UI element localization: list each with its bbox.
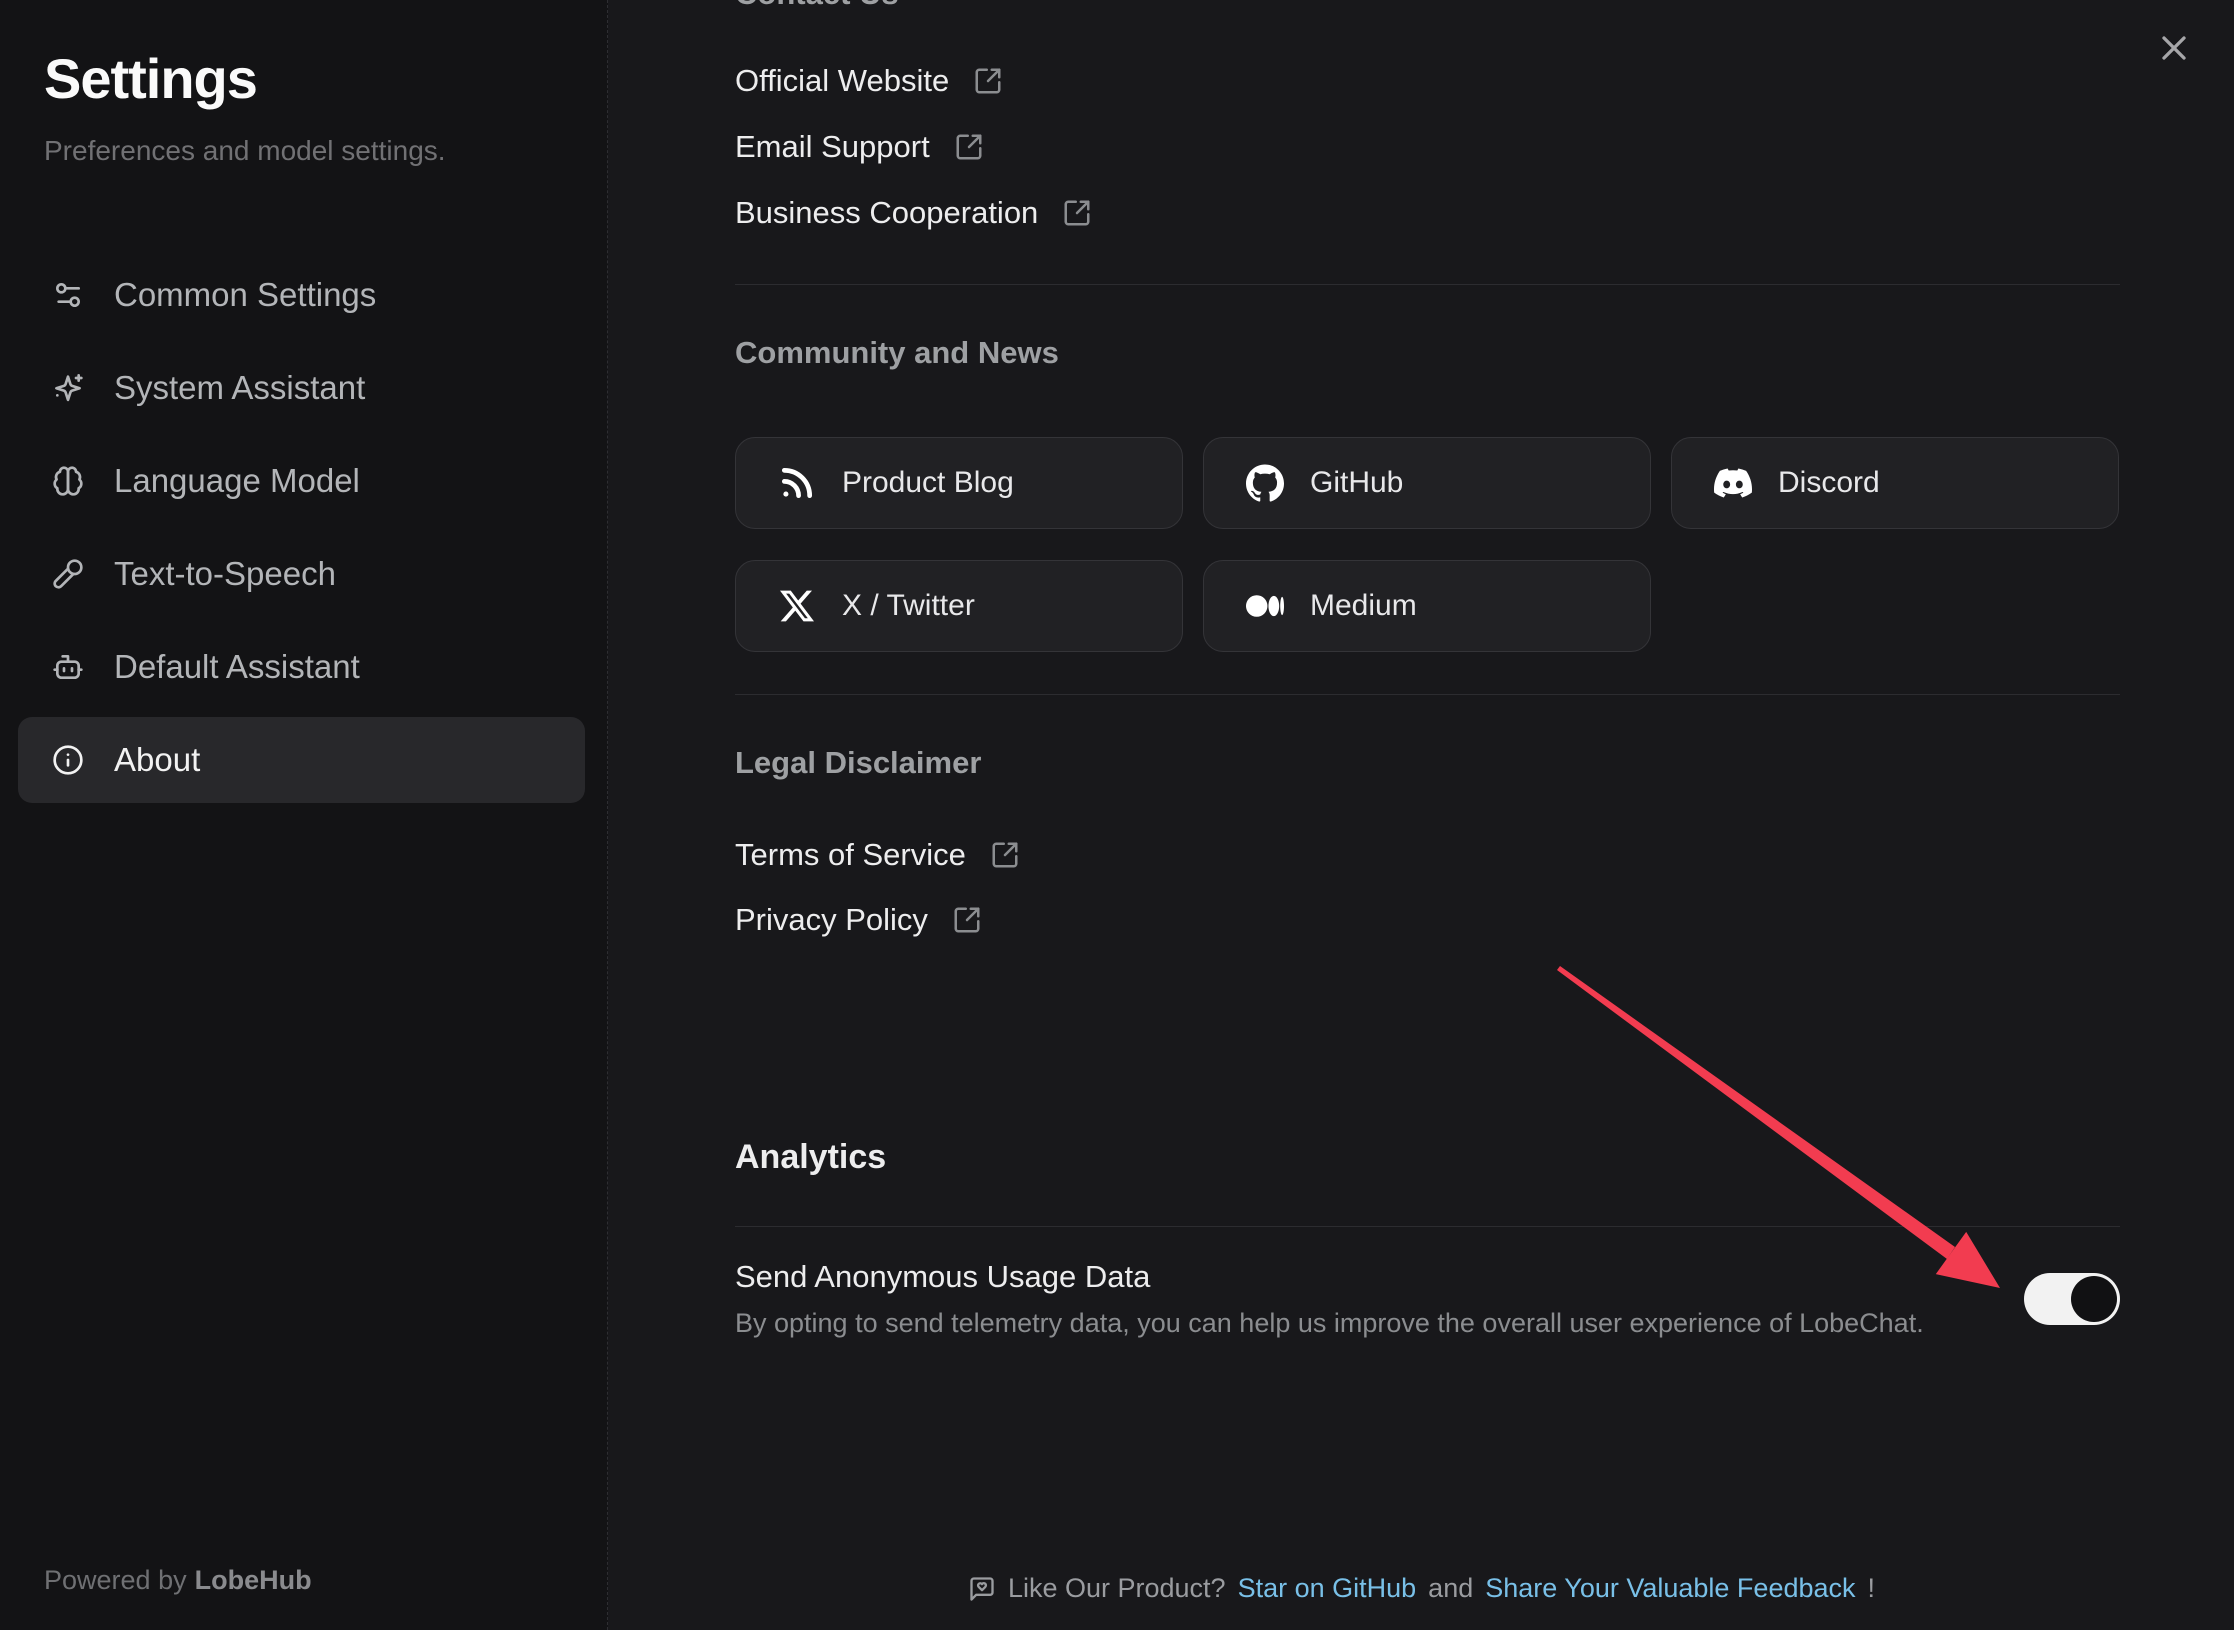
divider: [735, 284, 2120, 285]
sidebar-item-label: Default Assistant: [114, 648, 360, 686]
medium-icon: [1246, 587, 1284, 625]
powered-by: Powered by LobeHub: [44, 1565, 312, 1596]
settings-nav: Common Settings System Assistant Languag…: [0, 252, 607, 803]
link-label: Email Support: [735, 129, 930, 165]
discord-button[interactable]: Discord: [1671, 437, 2119, 529]
email-support-link[interactable]: Email Support: [735, 124, 2120, 170]
external-link-icon: [952, 905, 982, 935]
sidebar-item-label: Common Settings: [114, 276, 376, 314]
feedback-footer: Like Our Product? Star on GitHub and Sha…: [609, 1573, 2234, 1604]
sidebar-item-text-to-speech[interactable]: Text-to-Speech: [18, 531, 585, 617]
bot-icon: [52, 651, 84, 683]
telemetry-setting-row: Send Anonymous Usage Data By opting to s…: [735, 1255, 2120, 1343]
community-buttons: Product Blog GitHub Discord X / Twitter …: [735, 437, 2120, 652]
share-feedback-link[interactable]: Share Your Valuable Feedback: [1485, 1573, 1855, 1604]
brain-icon: [52, 465, 84, 497]
divider: [735, 1226, 2120, 1227]
external-link-icon: [954, 132, 984, 162]
sliders-icon: [52, 279, 84, 311]
discord-icon: [1714, 464, 1752, 502]
info-icon: [52, 744, 84, 776]
footer-suffix: !: [1868, 1573, 1876, 1604]
divider: [735, 694, 2120, 695]
external-link-icon: [973, 66, 1003, 96]
toggle-knob: [2071, 1276, 2117, 1322]
lobehub-brand[interactable]: LobeHub: [195, 1565, 312, 1595]
sidebar-item-system-assistant[interactable]: System Assistant: [18, 345, 585, 431]
contact-us-title: Contact Us: [735, 0, 2120, 14]
link-label: Business Cooperation: [735, 195, 1038, 231]
legal-section-title: Legal Disclaimer: [735, 741, 2120, 785]
telemetry-toggle[interactable]: [2024, 1273, 2120, 1325]
link-label: Privacy Policy: [735, 902, 928, 938]
sidebar-item-label: System Assistant: [114, 369, 365, 407]
close-icon: [2154, 28, 2194, 68]
telemetry-setting-text: Send Anonymous Usage Data By opting to s…: [735, 1255, 1924, 1343]
footer-middle: and: [1428, 1573, 1473, 1604]
sidebar-item-label: About: [114, 741, 200, 779]
official-website-link[interactable]: Official Website: [735, 58, 2120, 104]
button-label: GitHub: [1310, 466, 1403, 500]
github-icon: [1246, 464, 1284, 502]
sidebar-item-label: Language Model: [114, 462, 360, 500]
message-heart-icon: [968, 1575, 996, 1603]
sparkles-icon: [52, 372, 84, 404]
external-link-icon: [1062, 198, 1092, 228]
page-subtitle: Preferences and model settings.: [44, 135, 607, 167]
business-cooperation-link[interactable]: Business Cooperation: [735, 190, 2120, 236]
sidebar-item-label: Text-to-Speech: [114, 555, 336, 593]
link-label: Terms of Service: [735, 837, 966, 873]
button-label: Discord: [1778, 466, 1880, 500]
button-label: Medium: [1310, 589, 1417, 623]
external-link-icon: [990, 840, 1020, 870]
legal-links: Terms of Service Privacy Policy: [735, 832, 2120, 943]
star-on-github-link[interactable]: Star on GitHub: [1238, 1573, 1417, 1604]
telemetry-setting-description: By opting to send telemetry data, you ca…: [735, 1303, 1924, 1343]
x-twitter-icon: [778, 589, 816, 623]
github-button[interactable]: GitHub: [1203, 437, 1651, 529]
contact-links: Official Website Email Support Business …: [735, 58, 2120, 236]
product-blog-button[interactable]: Product Blog: [735, 437, 1183, 529]
rss-icon: [778, 464, 816, 502]
about-panel: Contact Us Official Website Email Suppor…: [609, 0, 2234, 1630]
terms-of-service-link[interactable]: Terms of Service: [735, 832, 2120, 878]
mic-vocal-icon: [52, 558, 84, 590]
button-label: Product Blog: [842, 466, 1014, 500]
x-twitter-button[interactable]: X / Twitter: [735, 560, 1183, 652]
link-label: Official Website: [735, 63, 949, 99]
medium-button[interactable]: Medium: [1203, 560, 1651, 652]
settings-sidebar: Settings Preferences and model settings.…: [0, 0, 608, 1630]
sidebar-item-default-assistant[interactable]: Default Assistant: [18, 624, 585, 710]
powered-by-text: Powered by: [44, 1565, 187, 1595]
page-title: Settings: [44, 46, 607, 111]
community-section-title: Community and News: [735, 331, 2120, 375]
sidebar-item-common-settings[interactable]: Common Settings: [18, 252, 585, 338]
footer-prefix: Like Our Product?: [1008, 1573, 1226, 1604]
close-button[interactable]: [2152, 26, 2196, 70]
sidebar-item-language-model[interactable]: Language Model: [18, 438, 585, 524]
telemetry-setting-label: Send Anonymous Usage Data: [735, 1255, 1924, 1299]
sidebar-item-about[interactable]: About: [18, 717, 585, 803]
analytics-section-title: Analytics: [735, 1133, 2120, 1181]
privacy-policy-link[interactable]: Privacy Policy: [735, 897, 2120, 943]
button-label: X / Twitter: [842, 589, 975, 623]
